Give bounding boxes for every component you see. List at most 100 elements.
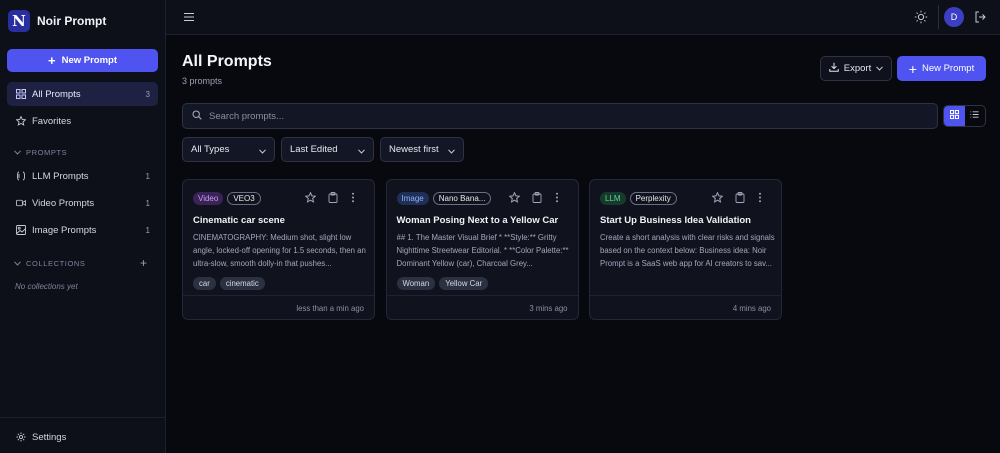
grid-view-button[interactable] xyxy=(944,106,965,126)
star-icon xyxy=(16,116,26,126)
new-prompt-button[interactable]: + New Prompt xyxy=(897,56,986,81)
prompts-section-toggle[interactable]: PROMPTS xyxy=(14,148,67,157)
sidebar-item-favorites[interactable]: Favorites xyxy=(7,109,158,133)
sort-order-select[interactable]: Newest first xyxy=(380,137,464,162)
type-badge: Image xyxy=(396,192,429,205)
copy-icon[interactable] xyxy=(735,192,746,203)
card-timestamp: less than a min ago xyxy=(296,304,364,313)
type-badge: LLM xyxy=(600,192,626,205)
theme-toggle-sun-icon[interactable] xyxy=(914,10,928,24)
tag-chip[interactable]: Yellow Car xyxy=(439,277,489,290)
tag-chip[interactable]: cinematic xyxy=(219,277,265,290)
avatar[interactable]: D xyxy=(944,7,964,27)
gear-icon xyxy=(16,432,26,442)
card-actions xyxy=(712,192,769,203)
type-filter-value: All Types xyxy=(191,144,230,155)
sort-order-value: Newest first xyxy=(389,144,439,155)
sidebar-item-settings[interactable]: Settings xyxy=(7,425,158,449)
sidebar-new-prompt-button[interactable]: + New Prompt xyxy=(7,49,158,72)
prompt-count: 3 prompts xyxy=(182,76,223,86)
card-title: Woman Posing Next to a Yellow Car xyxy=(396,215,559,226)
chevron-down-icon xyxy=(358,146,365,157)
section-label: COLLECTIONS xyxy=(26,259,86,268)
add-collection-button[interactable]: + xyxy=(140,256,147,270)
card-tags: Woman Yellow Car xyxy=(396,277,489,290)
image-icon xyxy=(16,225,26,235)
favorite-star-icon[interactable] xyxy=(508,192,520,203)
view-toggle xyxy=(943,105,986,127)
prompt-card[interactable]: LLM Perplexity Start Up Business Idea Vali… xyxy=(589,179,782,320)
collections-empty-note: No collections yet xyxy=(15,282,78,291)
video-icon xyxy=(16,198,26,208)
sidebar-item-all-prompts[interactable]: All Prompts 3 xyxy=(7,82,158,106)
card-divider xyxy=(386,295,578,296)
search-bar xyxy=(182,103,938,129)
sidebar-item-video-prompts[interactable]: Video Prompts 1 xyxy=(7,191,158,215)
logo-icon: N xyxy=(8,10,30,32)
card-title: Start Up Business Idea Validation xyxy=(600,215,751,226)
tag-chip[interactable]: Woman xyxy=(396,277,436,290)
card-description: CINEMATOGRAPHY: Medium shot, slight low … xyxy=(193,233,366,268)
sidebar-footer: Settings xyxy=(0,417,166,453)
prompt-card[interactable]: Image Nano Bana... Woman Posing Next to a … xyxy=(385,179,579,320)
brand[interactable]: N Noir Prompt xyxy=(8,9,106,33)
plus-icon: + xyxy=(908,60,917,77)
sort-field-value: Last Edited xyxy=(290,144,338,155)
sidebar-item-label: LLM Prompts xyxy=(32,170,89,182)
list-view-button[interactable] xyxy=(965,106,986,126)
more-options-icon[interactable] xyxy=(351,192,362,203)
section-label: PROMPTS xyxy=(26,148,68,157)
sidebar-item-llm-prompts[interactable]: LLM Prompts 1 xyxy=(7,164,158,188)
new-prompt-label: New Prompt xyxy=(921,63,975,74)
card-actions xyxy=(508,192,566,203)
model-badge: Nano Bana... xyxy=(432,192,491,205)
tag-chip[interactable]: car xyxy=(193,277,216,290)
more-options-icon[interactable] xyxy=(758,192,769,203)
type-filter-select[interactable]: All Types xyxy=(182,137,275,162)
card-tags: car cinematic xyxy=(193,277,265,290)
sidebar-item-label: All Prompts xyxy=(32,88,81,100)
sort-field-select[interactable]: Last Edited xyxy=(281,137,374,162)
sidebar-item-count: 1 xyxy=(145,225,150,235)
card-description: ## 1. The Master Visual Brief * **Style:… xyxy=(396,233,569,268)
card-divider xyxy=(590,295,781,296)
card-title: Cinematic car scene xyxy=(193,215,285,226)
card-badges: Video VEO3 xyxy=(193,192,261,205)
logout-icon[interactable] xyxy=(974,11,986,23)
sidebar-item-count: 3 xyxy=(145,89,150,99)
sidebar-item-label: Settings xyxy=(32,431,67,443)
menu-icon[interactable] xyxy=(183,11,195,23)
prompt-card[interactable]: Video VEO3 Cinematic car scene CINEMATOGRAP… xyxy=(182,179,375,320)
sidebar-item-label: Favorites xyxy=(32,115,72,127)
app-name: Noir Prompt xyxy=(37,14,107,28)
page-title: All Prompts xyxy=(182,53,272,70)
llm-icon xyxy=(16,171,26,181)
collections-section-toggle[interactable]: COLLECTIONS xyxy=(14,259,86,268)
card-divider xyxy=(183,295,374,296)
more-options-icon[interactable] xyxy=(555,192,566,203)
sidebar-item-label: Image Prompts xyxy=(32,224,97,236)
card-timestamp: 4 mins ago xyxy=(732,304,771,313)
grid-icon xyxy=(16,89,26,99)
export-button[interactable]: Export xyxy=(820,56,892,81)
card-actions xyxy=(305,192,362,203)
search-icon xyxy=(192,109,202,123)
sidebar-item-image-prompts[interactable]: Image Prompts 1 xyxy=(7,218,158,242)
sidebar-item-count: 1 xyxy=(145,171,150,181)
card-badges: LLM Perplexity xyxy=(600,192,677,205)
sidebar-item-count: 1 xyxy=(145,198,150,208)
favorite-star-icon[interactable] xyxy=(712,192,723,203)
search-input[interactable] xyxy=(209,110,909,122)
chevron-down-icon xyxy=(14,148,21,157)
topbar-divider xyxy=(938,5,939,29)
copy-icon[interactable] xyxy=(328,192,339,203)
favorite-star-icon[interactable] xyxy=(305,192,316,203)
main-content: All Prompts 3 prompts Export + New Promp… xyxy=(166,36,1000,453)
sidebar-new-prompt-label: New Prompt xyxy=(61,55,118,66)
model-badge: VEO3 xyxy=(227,192,261,205)
chevron-down-icon xyxy=(14,259,21,268)
plus-icon: + xyxy=(47,52,56,68)
type-badge: Video xyxy=(193,192,224,205)
copy-icon[interactable] xyxy=(532,192,543,203)
chevron-down-icon xyxy=(448,146,455,157)
